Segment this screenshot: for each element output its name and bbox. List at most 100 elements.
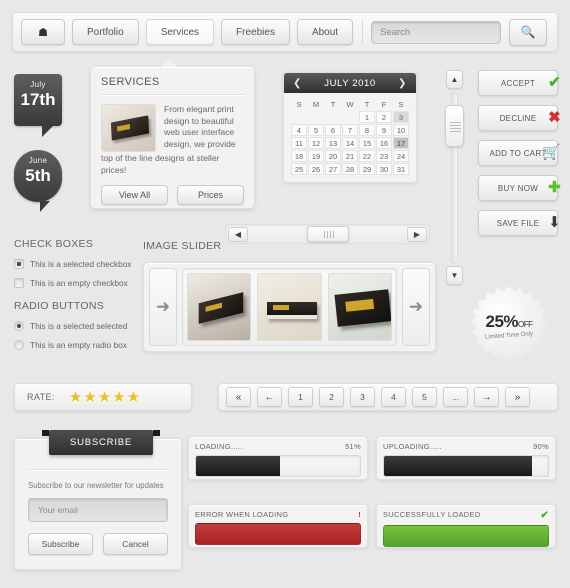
prev-page-button[interactable]: ←: [257, 387, 282, 407]
nav-item-freebies[interactable]: Freebies: [221, 19, 290, 45]
nav-divider: [362, 20, 364, 44]
calendar-day-12[interactable]: 12: [308, 137, 324, 149]
slide-thumbnail[interactable]: [327, 273, 392, 341]
slider-left-button[interactable]: ◀: [228, 226, 248, 242]
page-2-button[interactable]: 2: [319, 387, 344, 407]
calendar-day-6[interactable]: 6: [325, 124, 341, 136]
calendar-next-button[interactable]: ❯: [398, 78, 407, 89]
checkbox-option-1[interactable]: This is an empty checkbox: [14, 278, 144, 288]
progress-loading: LOADING..... 51%: [188, 436, 368, 480]
prices-button[interactable]: Prices: [177, 185, 244, 205]
checkbox-option-0[interactable]: This is a selected checkbox: [14, 259, 144, 269]
search-button[interactable]: 🔍: [509, 18, 548, 46]
first-page-button[interactable]: «: [226, 387, 251, 407]
calendar-day-7[interactable]: 7: [342, 124, 358, 136]
page-4-button[interactable]: 4: [381, 387, 406, 407]
checkbox-icon[interactable]: [14, 259, 24, 269]
save-file-button[interactable]: SAVE FILE ⬇: [478, 210, 561, 236]
subscribe-submit-button[interactable]: Subscribe: [28, 533, 93, 555]
calendar-day-22[interactable]: 22: [359, 150, 375, 162]
page-ellipsis[interactable]: ...: [443, 387, 468, 407]
accept-button[interactable]: ACCEPT ✔: [478, 70, 561, 96]
nav-item-portfolio[interactable]: Portfolio: [72, 19, 139, 45]
calendar-empty-cell: [342, 111, 358, 123]
star-rating[interactable]: ★★★★★: [69, 388, 141, 407]
calendar-weekday: W: [346, 99, 354, 109]
discount-value: 25%: [485, 311, 519, 331]
calendar-day-5[interactable]: 5: [308, 124, 324, 136]
nav-item-services[interactable]: Services: [145, 19, 215, 45]
calendar-day-11[interactable]: 11: [291, 137, 307, 149]
image-slider-prev-button[interactable]: ➜: [149, 268, 177, 346]
decline-button[interactable]: DECLINE ✖: [478, 105, 561, 131]
slider-right-button[interactable]: ▶: [407, 226, 427, 242]
star-icon-4[interactable]: ★: [112, 389, 125, 406]
calendar-day-17[interactable]: 17: [393, 137, 409, 149]
star-icon-3[interactable]: ★: [98, 389, 111, 406]
nav-item-about[interactable]: About: [296, 19, 354, 45]
calendar-day-19[interactable]: 19: [308, 150, 324, 162]
calendar-day-15[interactable]: 15: [359, 137, 375, 149]
calendar-day-10[interactable]: 10: [393, 124, 409, 136]
calendar-day-1[interactable]: 1: [359, 111, 375, 123]
email-input[interactable]: Your email: [28, 498, 168, 522]
calendar-prev-button[interactable]: ❮: [293, 78, 302, 89]
calendar-day-21[interactable]: 21: [342, 150, 358, 162]
buy-now-button[interactable]: BUY NOW ✚: [478, 175, 561, 201]
star-icon-5[interactable]: ★: [127, 389, 140, 406]
nav-items: Portfolio Services Freebies About: [72, 19, 360, 45]
calendar-empty-cell: [325, 111, 341, 123]
calendar-day-14[interactable]: 14: [342, 137, 358, 149]
calendar-day-8[interactable]: 8: [359, 124, 375, 136]
star-icon-1[interactable]: ★: [69, 389, 82, 406]
star-icon-2[interactable]: ★: [83, 389, 96, 406]
calendar-day-9[interactable]: 9: [376, 124, 392, 136]
page-1-button[interactable]: 1: [288, 387, 313, 407]
home-button[interactable]: ☗: [21, 19, 65, 45]
next-page-button[interactable]: →: [474, 387, 499, 407]
search-input[interactable]: Search: [371, 20, 502, 44]
add-to-cart-button[interactable]: ADD TO CART 🛒: [478, 140, 561, 166]
calendar-day-31[interactable]: 31: [393, 163, 409, 175]
calendar-day-23[interactable]: 23: [376, 150, 392, 162]
action-label: SAVE FILE: [496, 218, 540, 228]
image-slider-next-button[interactable]: ➜: [402, 268, 430, 346]
calendar-day-24[interactable]: 24: [393, 150, 409, 162]
radio-option-0[interactable]: This is a selected selected: [14, 321, 144, 331]
calendar-day-20[interactable]: 20: [325, 150, 341, 162]
checkbox-icon[interactable]: [14, 278, 24, 288]
page-3-button[interactable]: 3: [350, 387, 375, 407]
calendar-day-13[interactable]: 13: [325, 137, 341, 149]
calendar-day-26[interactable]: 26: [308, 163, 324, 175]
progress-uploading: UPLOADING..... 90%: [376, 436, 556, 480]
option-label: This is a selected checkbox: [30, 259, 132, 269]
option-label: This is a selected selected: [30, 321, 128, 331]
scroll-up-button[interactable]: ▲: [446, 70, 463, 89]
slider-thumb[interactable]: [306, 226, 349, 242]
subscribe-cancel-button[interactable]: Cancel: [103, 533, 168, 555]
radio-option-1[interactable]: This is an empty radio box: [14, 340, 144, 350]
radio-icon[interactable]: [14, 321, 24, 331]
last-page-button[interactable]: »: [505, 387, 530, 407]
calendar-day-4[interactable]: 4: [291, 124, 307, 136]
calendar-day-16[interactable]: 16: [376, 137, 392, 149]
calendar-day-25[interactable]: 25: [291, 163, 307, 175]
scroll-down-button[interactable]: ▼: [446, 266, 463, 285]
view-all-button[interactable]: View All: [101, 185, 168, 205]
slide-thumbnail[interactable]: [257, 273, 322, 341]
calendar-empty-cell: [291, 111, 307, 123]
calendar-day-27[interactable]: 27: [325, 163, 341, 175]
vertical-scrollbar[interactable]: ▲ ▼: [444, 70, 464, 285]
calendar-day-3[interactable]: 3: [393, 111, 409, 123]
option-label: This is an empty checkbox: [30, 278, 128, 288]
calendar-day-28[interactable]: 28: [342, 163, 358, 175]
calendar-day-29[interactable]: 29: [359, 163, 375, 175]
radio-icon[interactable]: [14, 340, 24, 350]
scrollbar-thumb[interactable]: [445, 105, 464, 147]
page-5-button[interactable]: 5: [412, 387, 437, 407]
calendar-day-18[interactable]: 18: [291, 150, 307, 162]
slide-thumbnail[interactable]: [187, 273, 252, 341]
horizontal-slider[interactable]: ◀ ▶: [225, 224, 430, 244]
calendar-day-2[interactable]: 2: [376, 111, 392, 123]
calendar-day-30[interactable]: 30: [376, 163, 392, 175]
